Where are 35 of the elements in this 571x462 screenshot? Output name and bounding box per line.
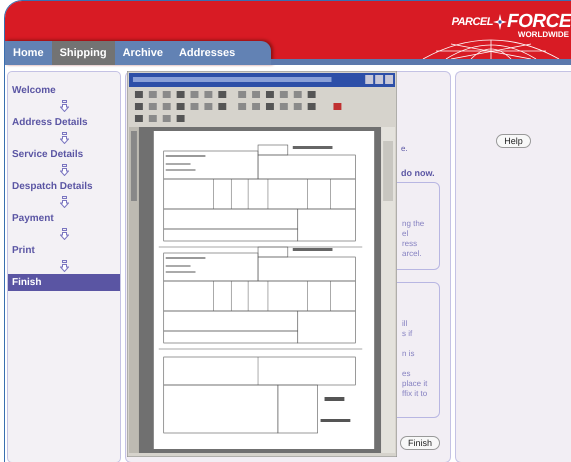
- down-arrow-icon: [60, 228, 68, 240]
- info-text: ng the: [402, 219, 426, 229]
- step-item[interactable]: Finish: [8, 274, 120, 291]
- nav-tab[interactable]: Addresses: [170, 41, 244, 65]
- info-text: s if: [402, 329, 414, 339]
- info-text: arcel.: [402, 249, 423, 259]
- info-text: ffix it to: [402, 389, 428, 399]
- down-arrow-icon: [60, 164, 68, 176]
- step-item[interactable]: Welcome: [8, 82, 120, 99]
- step-item[interactable]: Service Details: [8, 146, 120, 163]
- info-text: el: [402, 229, 410, 239]
- info-text: n is: [402, 349, 416, 359]
- down-arrow-icon: [60, 100, 68, 112]
- step-item[interactable]: Payment: [8, 210, 120, 227]
- step-item[interactable]: Address Details: [8, 114, 120, 131]
- down-arrow-icon: [60, 260, 68, 272]
- info-text: es: [402, 369, 412, 379]
- step-item[interactable]: Print: [8, 242, 120, 259]
- section-heading: do now.: [401, 168, 436, 178]
- logo-tagline: WORLDWIDE: [518, 30, 569, 39]
- info-text: ress: [402, 239, 418, 249]
- down-arrow-icon: [60, 196, 68, 208]
- globe-icon: [421, 37, 561, 59]
- nav-tab[interactable]: Shipping: [52, 41, 115, 65]
- finish-button[interactable]: Finish: [400, 436, 440, 450]
- down-arrow-icon: [60, 132, 68, 144]
- logo-text: PARCEL: [452, 16, 493, 28]
- star-icon: [493, 14, 507, 30]
- step-item[interactable]: Despatch Details: [8, 178, 120, 195]
- nav-tab[interactable]: Home: [5, 41, 52, 65]
- nav-tab[interactable]: Archive: [114, 41, 171, 65]
- intro-text: e.: [401, 144, 409, 154]
- info-text: ill: [402, 319, 408, 329]
- help-button[interactable]: Help: [496, 134, 531, 148]
- info-text: place it: [402, 379, 428, 389]
